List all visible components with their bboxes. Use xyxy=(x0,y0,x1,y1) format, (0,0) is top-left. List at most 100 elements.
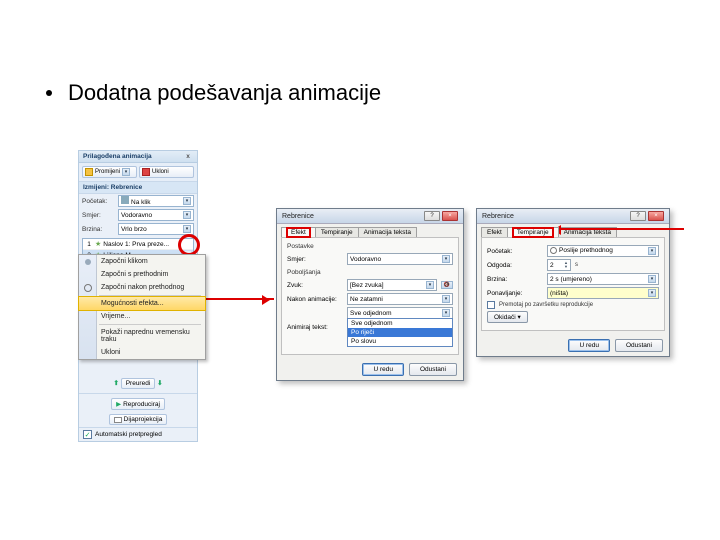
cancel-button[interactable]: Odustani xyxy=(409,363,457,376)
ctx-label: Ukloni xyxy=(101,349,120,356)
reorder-button[interactable]: Preuredi xyxy=(121,378,156,389)
start-select[interactable]: Na klik▾ xyxy=(118,195,194,207)
ctx-start-on-click[interactable]: Započni klikom xyxy=(79,255,205,268)
ctx-show-timeline[interactable]: Pokaži naprednu vremensku traku xyxy=(79,326,205,346)
field-label: Nakon animacije: xyxy=(287,296,343,303)
start-row: Početak: Na klik▾ xyxy=(79,194,197,208)
dialog-tabs: Efekt Tempiranje Animacija teksta xyxy=(277,224,463,237)
tab-text-anim[interactable]: Animacija teksta xyxy=(358,227,417,237)
ctx-remove[interactable]: Ukloni xyxy=(79,346,205,359)
direction-value: Vodoravno xyxy=(121,212,152,219)
settings-group-label: Postavke xyxy=(287,243,453,250)
animate-text-row: Animiraj tekst: Sve odjednom▾ Sve odjedn… xyxy=(287,307,453,347)
option-item[interactable]: Po slovu xyxy=(348,337,452,346)
remove-label: Ukloni xyxy=(152,169,169,175)
play-button[interactable]: ▶ Reproduciraj xyxy=(111,398,165,410)
field-label: Smjer: xyxy=(287,256,343,263)
dialog-body: Postavke Smjer: Vodoravno▾ Poboljšanja Z… xyxy=(281,237,459,355)
close-button[interactable]: × xyxy=(442,211,458,221)
autopreview-checkbox[interactable]: ✓ xyxy=(83,430,92,439)
unit-label: s xyxy=(575,262,578,268)
tab-effect[interactable]: Efekt xyxy=(281,227,316,237)
start-select[interactable]: Poslije prethodnog▾ xyxy=(547,245,659,257)
change-button[interactable]: Promijeni▾ xyxy=(82,166,137,178)
ok-button[interactable]: U redu xyxy=(568,339,610,352)
composite-canvas: Prilagođena animacija x Promijeni▾ Uklon… xyxy=(78,150,690,442)
chevron-down-icon: ▾ xyxy=(183,211,191,219)
direction-select[interactable]: Vodoravno▾ xyxy=(347,253,453,265)
triggers-button[interactable]: Okidači ▾ xyxy=(487,311,528,323)
dialog-body: Početak: Poslije prethodnog▾ Odgoda: 2▲▼… xyxy=(481,237,665,331)
speed-row: Brzina: 2 s (umjereno)▾ xyxy=(487,273,659,285)
remove-icon xyxy=(142,168,150,176)
item-index: 1 xyxy=(85,241,93,248)
close-icon[interactable]: x xyxy=(183,153,193,160)
field-label: Početak: xyxy=(487,248,543,255)
option-item[interactable]: Po riječi xyxy=(348,328,452,337)
rewind-label: Premotaj po završetku reprodukcije xyxy=(499,302,593,308)
speed-label: Brzina: xyxy=(82,226,116,233)
chevron-down-icon: ▾ xyxy=(648,289,656,297)
option-item[interactable]: Sve odjednom xyxy=(348,319,452,328)
cancel-button[interactable]: Odustani xyxy=(615,339,663,352)
slide-heading: Dodatna podešavanja animacije xyxy=(46,80,381,106)
bullet-icon xyxy=(46,90,52,96)
dialog-title-text: Rebrenice xyxy=(482,213,514,220)
slideshow-label: Dijaprojekcija xyxy=(124,416,163,423)
dialog-button-row: U redu Odustani xyxy=(477,335,669,356)
ctx-label: Započni nakon prethodnog xyxy=(101,284,184,291)
sound-select[interactable]: [Bez zvuka]▾ xyxy=(347,279,437,291)
chevron-down-icon: ▾ xyxy=(442,255,450,263)
enhancements-group-label: Poboljšanja xyxy=(287,269,453,276)
dialog-tabs: Efekt Tempiranje Animacija teksta xyxy=(477,224,669,237)
help-button[interactable]: ? xyxy=(424,211,440,221)
sound-volume-button[interactable]: 🔇 xyxy=(441,281,453,289)
clock-icon xyxy=(84,284,92,292)
ctx-timing[interactable]: Vrijeme... xyxy=(79,310,205,323)
speed-row: Brzina: Vrlo brzo ▾ xyxy=(79,222,197,236)
tab-effect[interactable]: Efekt xyxy=(481,227,508,237)
ctx-label: Započni klikom xyxy=(101,258,148,265)
remove-button[interactable]: Ukloni xyxy=(139,166,194,178)
mouse-icon xyxy=(85,259,91,265)
tab-timing[interactable]: Tempiranje xyxy=(315,227,359,237)
chevron-down-icon: ▾ xyxy=(442,309,450,317)
tab-label: Animacija teksta xyxy=(364,229,411,236)
field-value: Ne zatamni xyxy=(350,296,383,303)
modify-section-header: Izmijeni: Rebrenice xyxy=(79,182,197,194)
chevron-down-icon: ▾ xyxy=(442,295,450,303)
start-label: Početak: xyxy=(82,198,116,205)
move-down-icon[interactable]: ⬇ xyxy=(157,380,162,387)
ctx-effect-options[interactable]: Mogućnosti efekta... xyxy=(78,296,206,311)
ok-button[interactable]: U redu xyxy=(362,363,404,376)
separator xyxy=(79,393,197,394)
effect-options-dialog: Rebrenice ? × Efekt Tempiranje Animacija… xyxy=(276,208,464,381)
delay-row: Odgoda: 2▲▼ s xyxy=(487,259,659,271)
spinner-arrows-icon[interactable]: ▲▼ xyxy=(564,261,568,269)
ctx-label: Pokaži naprednu vremensku traku xyxy=(101,329,190,343)
move-up-icon[interactable]: ⬆ xyxy=(113,380,118,387)
close-button[interactable]: × xyxy=(648,211,664,221)
pane-title-text: Prilagođena animacija xyxy=(83,153,152,160)
mouse-icon xyxy=(121,196,129,204)
after-anim-select[interactable]: Ne zatamni ▾ xyxy=(347,293,453,305)
list-item[interactable]: 1★Naslov 1: Prva preze... xyxy=(83,239,193,250)
slideshow-button[interactable]: Dijaprojekcija xyxy=(109,414,168,425)
heading-text: Dodatna podešavanja animacije xyxy=(68,80,381,105)
delay-spinner[interactable]: 2▲▼ xyxy=(547,259,571,271)
chevron-down-icon: ▾ xyxy=(183,225,191,233)
ctx-start-with-prev[interactable]: Započni s prethodnim xyxy=(79,268,205,281)
speed-select[interactable]: Vrlo brzo ▾ xyxy=(118,223,194,235)
speed-select[interactable]: 2 s (umjereno)▾ xyxy=(547,273,659,285)
tab-timing[interactable]: Tempiranje xyxy=(507,227,559,237)
dialog-title-text: Rebrenice xyxy=(282,213,314,220)
help-button[interactable]: ? xyxy=(630,211,646,221)
speed-value: Vrlo brzo xyxy=(121,226,147,233)
direction-select[interactable]: Vodoravno ▾ xyxy=(118,209,194,221)
field-value: Sve odjednom xyxy=(350,310,392,317)
repeat-select[interactable]: (ništa)▾ xyxy=(547,287,659,299)
rewind-checkbox[interactable] xyxy=(487,301,495,309)
chevron-down-icon: ▾ xyxy=(648,247,656,255)
tab-label: Efekt xyxy=(291,229,306,236)
ctx-start-after-prev[interactable]: Započni nakon prethodnog xyxy=(79,281,205,294)
